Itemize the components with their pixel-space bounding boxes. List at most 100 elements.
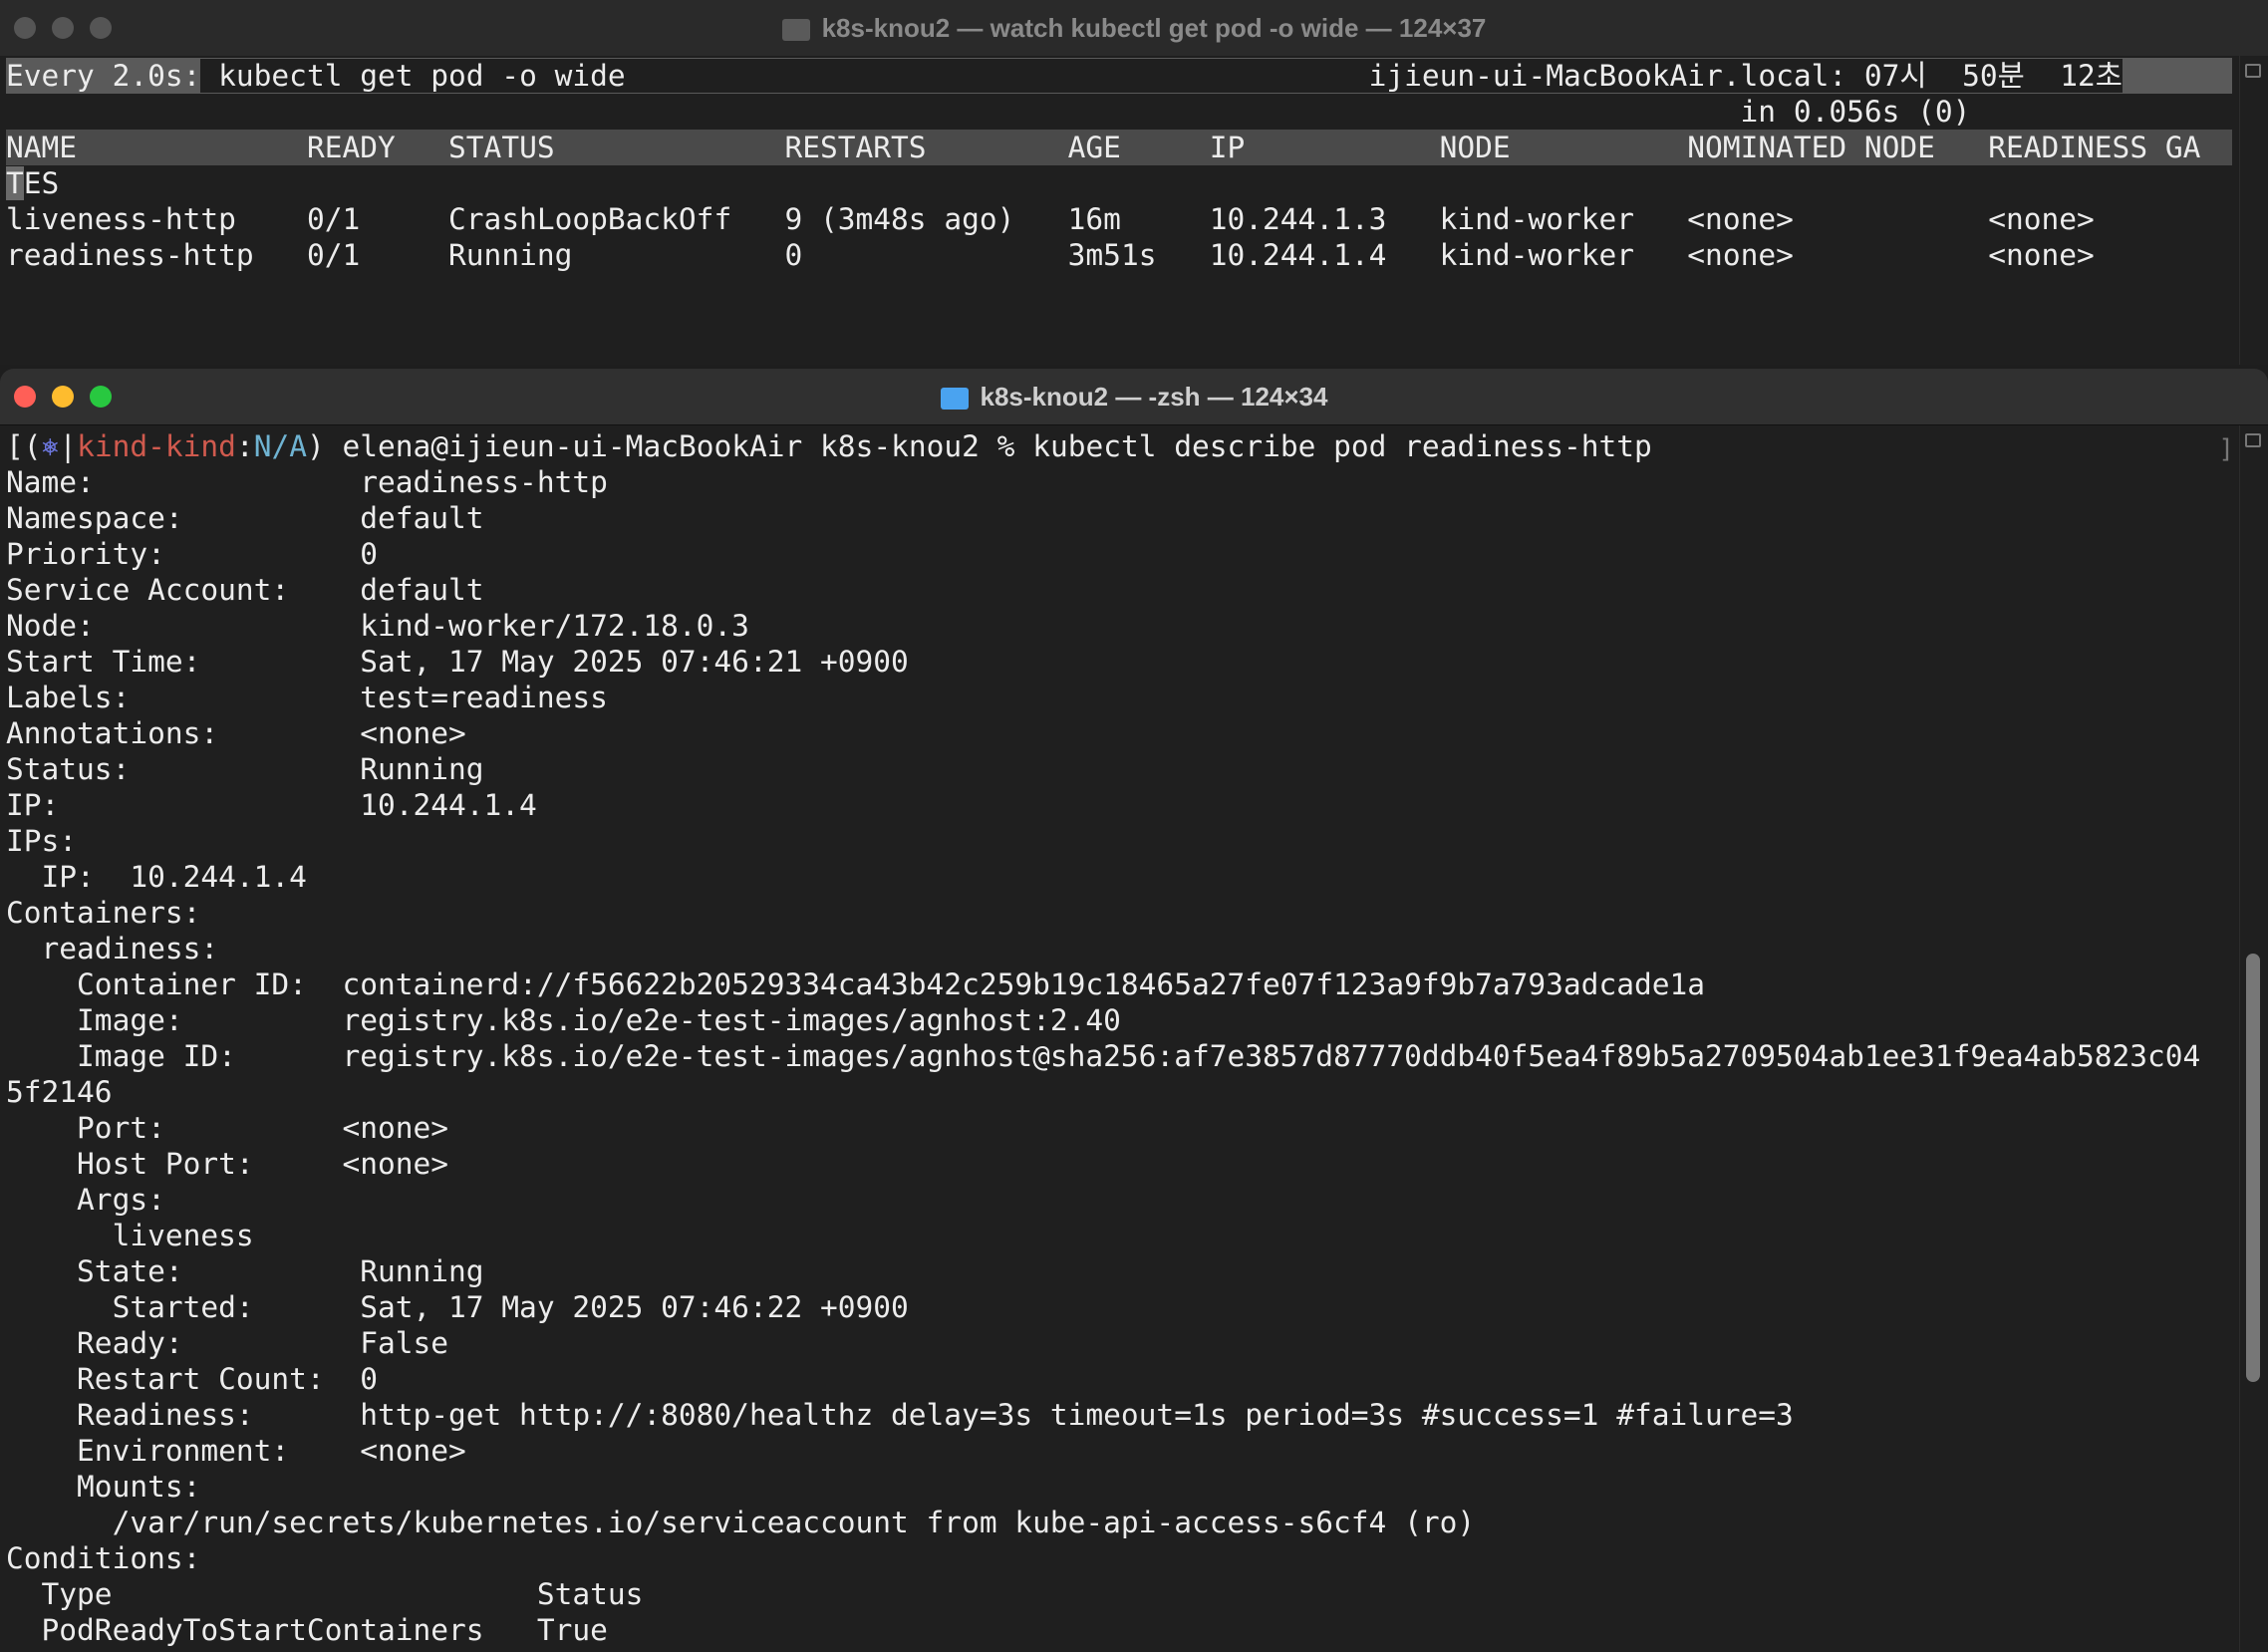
minimize-button[interactable] bbox=[52, 386, 74, 408]
scrollbar-thumb[interactable] bbox=[2246, 954, 2260, 1382]
prompt-close: ) bbox=[306, 429, 325, 463]
pod-row[interactable]: readiness-http 0/1 Running 0 3m51s 10.24… bbox=[6, 237, 2232, 273]
table-header-wrap: TES bbox=[6, 166, 60, 200]
output-line: Start Time: Sat, 17 May 2025 07:46:21 +0… bbox=[6, 645, 909, 679]
output-line: Type Status bbox=[6, 1577, 644, 1611]
cursor-char: T bbox=[6, 166, 24, 200]
folder-icon bbox=[940, 388, 969, 410]
scrollbar[interactable] bbox=[2239, 425, 2268, 1652]
pod-cell: kind-worker bbox=[1439, 202, 1688, 236]
output-line: State: Running bbox=[6, 1254, 484, 1288]
column-header: STATUS bbox=[448, 131, 785, 164]
zsh-terminal-window[interactable]: k8s-knou2 — -zsh — 124×34 [(⎈|kind-kind:… bbox=[0, 369, 2268, 1652]
pod-cell: 0/1 bbox=[306, 202, 449, 236]
watch-terminal-window[interactable]: k8s-knou2 — watch kubectl get pod -o wid… bbox=[0, 0, 2268, 365]
zsh-output[interactable]: [(⎈|kind-kind:N/A) elena@ijieun-ui-MacBo… bbox=[6, 428, 2232, 1648]
folder-icon bbox=[781, 19, 810, 41]
watch-interval: Every 2.0s: bbox=[6, 59, 201, 93]
window-title: k8s-knou2 — watch kubectl get pod -o wid… bbox=[821, 12, 1487, 43]
output-line: Image: registry.k8s.io/e2e-test-images/a… bbox=[6, 1003, 1121, 1037]
pod-row[interactable]: liveness-http 0/1 CrashLoopBackOff 9 (3m… bbox=[6, 201, 2232, 237]
pod-cell: 10.244.1.3 bbox=[1209, 202, 1440, 236]
column-header: READY bbox=[306, 131, 449, 164]
pod-cell: 0/1 bbox=[306, 238, 449, 272]
output-line: Environment: <none> bbox=[6, 1434, 466, 1468]
window-titlebar[interactable]: k8s-knou2 — -zsh — 124×34 bbox=[0, 369, 2268, 425]
prompt-separator: | bbox=[59, 429, 78, 463]
output-line: Readiness: http-get http://:8080/healthz… bbox=[6, 1398, 1794, 1432]
minimize-button[interactable] bbox=[52, 17, 74, 39]
output-line: Priority: 0 bbox=[6, 537, 378, 571]
elapsed-text: in 0.056s (0) bbox=[1740, 95, 1971, 129]
output-line: Restart Count: 0 bbox=[6, 1362, 378, 1396]
output-line: Namespace: default bbox=[6, 501, 484, 535]
output-line: Name: readiness-http bbox=[6, 465, 608, 499]
watch-header-line: Every 2.0s: kubectl get pod -o wide ijie… bbox=[6, 58, 2232, 94]
pod-cell: <none> bbox=[1988, 202, 2095, 236]
pod-cell: readiness-http bbox=[6, 238, 307, 272]
traffic-lights bbox=[14, 17, 112, 39]
watch-elapsed: in 0.056s (0) bbox=[6, 94, 2232, 130]
column-header: NAME bbox=[6, 131, 307, 164]
window-titlebar[interactable]: k8s-knou2 — watch kubectl get pod -o wid… bbox=[0, 0, 2268, 56]
pod-cell: <none> bbox=[1687, 238, 1989, 272]
column-header: AGE bbox=[1067, 131, 1210, 164]
output-line: IPs: bbox=[6, 824, 78, 858]
output-line: Container ID: containerd://f56622b205293… bbox=[6, 967, 1706, 1001]
describe-output: Name: readiness-http Namespace: default Pr… bbox=[6, 464, 2232, 1648]
output-line: Host Port: <none> bbox=[6, 1147, 449, 1181]
output-line: IP: 10.244.1.4 bbox=[6, 788, 537, 822]
output-line: Status: Running bbox=[6, 752, 484, 786]
output-line: Args: bbox=[6, 1183, 165, 1217]
output-line: Node: kind-worker/172.18.0.3 bbox=[6, 609, 749, 643]
traffic-lights bbox=[14, 386, 112, 408]
zoom-button[interactable] bbox=[90, 386, 112, 408]
output-line: Image ID: registry.k8s.io/e2e-test-image… bbox=[6, 1039, 2201, 1073]
output-line: PodReadyToStartContainers True bbox=[6, 1613, 608, 1647]
column-header: READINESS GA bbox=[1988, 131, 2201, 164]
pod-cell: 16m bbox=[1067, 202, 1210, 236]
output-line: readiness: bbox=[6, 932, 219, 965]
watch-output[interactable]: Every 2.0s: kubectl get pod -o wide ijie… bbox=[6, 58, 2232, 273]
output-line: Ready: False bbox=[6, 1326, 449, 1360]
pod-cell: 9 (3m48s ago) bbox=[784, 202, 1068, 236]
output-line: Conditions: bbox=[6, 1541, 201, 1575]
output-line: Mounts: bbox=[6, 1470, 201, 1504]
output-line: Service Account: default bbox=[6, 573, 484, 607]
pod-cell: <none> bbox=[1988, 238, 2095, 272]
scroll-marker-icon bbox=[2245, 64, 2261, 78]
output-line: Labels: test=readiness bbox=[6, 681, 608, 714]
bracket-mark: ] bbox=[2218, 434, 2234, 464]
output-line: 5f2146 bbox=[6, 1075, 113, 1109]
scroll-marker-icon bbox=[2245, 433, 2261, 447]
pod-cell: 10.244.1.4 bbox=[1209, 238, 1440, 272]
output-line: /var/run/secrets/kubernetes.io/serviceac… bbox=[6, 1506, 1476, 1539]
kube-context: kind-kind bbox=[77, 429, 236, 463]
output-line: IP: 10.244.1.4 bbox=[6, 860, 307, 894]
column-header: NODE bbox=[1439, 131, 1688, 164]
column-header: RESTARTS bbox=[784, 131, 1068, 164]
pod-cell: liveness-http bbox=[6, 202, 307, 236]
pod-cell: CrashLoopBackOff bbox=[448, 202, 785, 236]
table-header-row: NAME READY STATUS RESTARTS AGE IP NODE N… bbox=[6, 130, 2232, 165]
column-header: IP bbox=[1209, 131, 1440, 164]
pod-cell: kind-worker bbox=[1439, 238, 1688, 272]
prompt-colon: : bbox=[235, 429, 254, 463]
window-title: k8s-knou2 — -zsh — 124×34 bbox=[980, 381, 1328, 412]
close-button[interactable] bbox=[14, 386, 36, 408]
close-button[interactable] bbox=[14, 17, 36, 39]
pod-cell: 0 bbox=[784, 238, 1068, 272]
pod-cell: <none> bbox=[1687, 202, 1989, 236]
output-line: Annotations: <none> bbox=[6, 716, 466, 750]
column-header: NOMINATED NODE bbox=[1687, 131, 1989, 164]
zoom-button[interactable] bbox=[90, 17, 112, 39]
output-line: Containers: bbox=[6, 896, 201, 930]
prompt-line: [(⎈|kind-kind:N/A) elena@ijieun-ui-MacBo… bbox=[6, 428, 2232, 464]
prompt-bracket: [( bbox=[6, 429, 42, 463]
pod-table: liveness-http 0/1 CrashLoopBackOff 9 (3m… bbox=[6, 201, 2232, 273]
watch-host-time: ijieun-ui-MacBookAir.local: 07시 50분 12초 bbox=[1368, 59, 2123, 93]
output-line: Port: <none> bbox=[6, 1111, 449, 1145]
output-line: liveness bbox=[6, 1219, 254, 1252]
prompt-command: kubectl describe pod readiness-http bbox=[1032, 429, 1652, 463]
scrollbar[interactable] bbox=[2239, 56, 2268, 365]
